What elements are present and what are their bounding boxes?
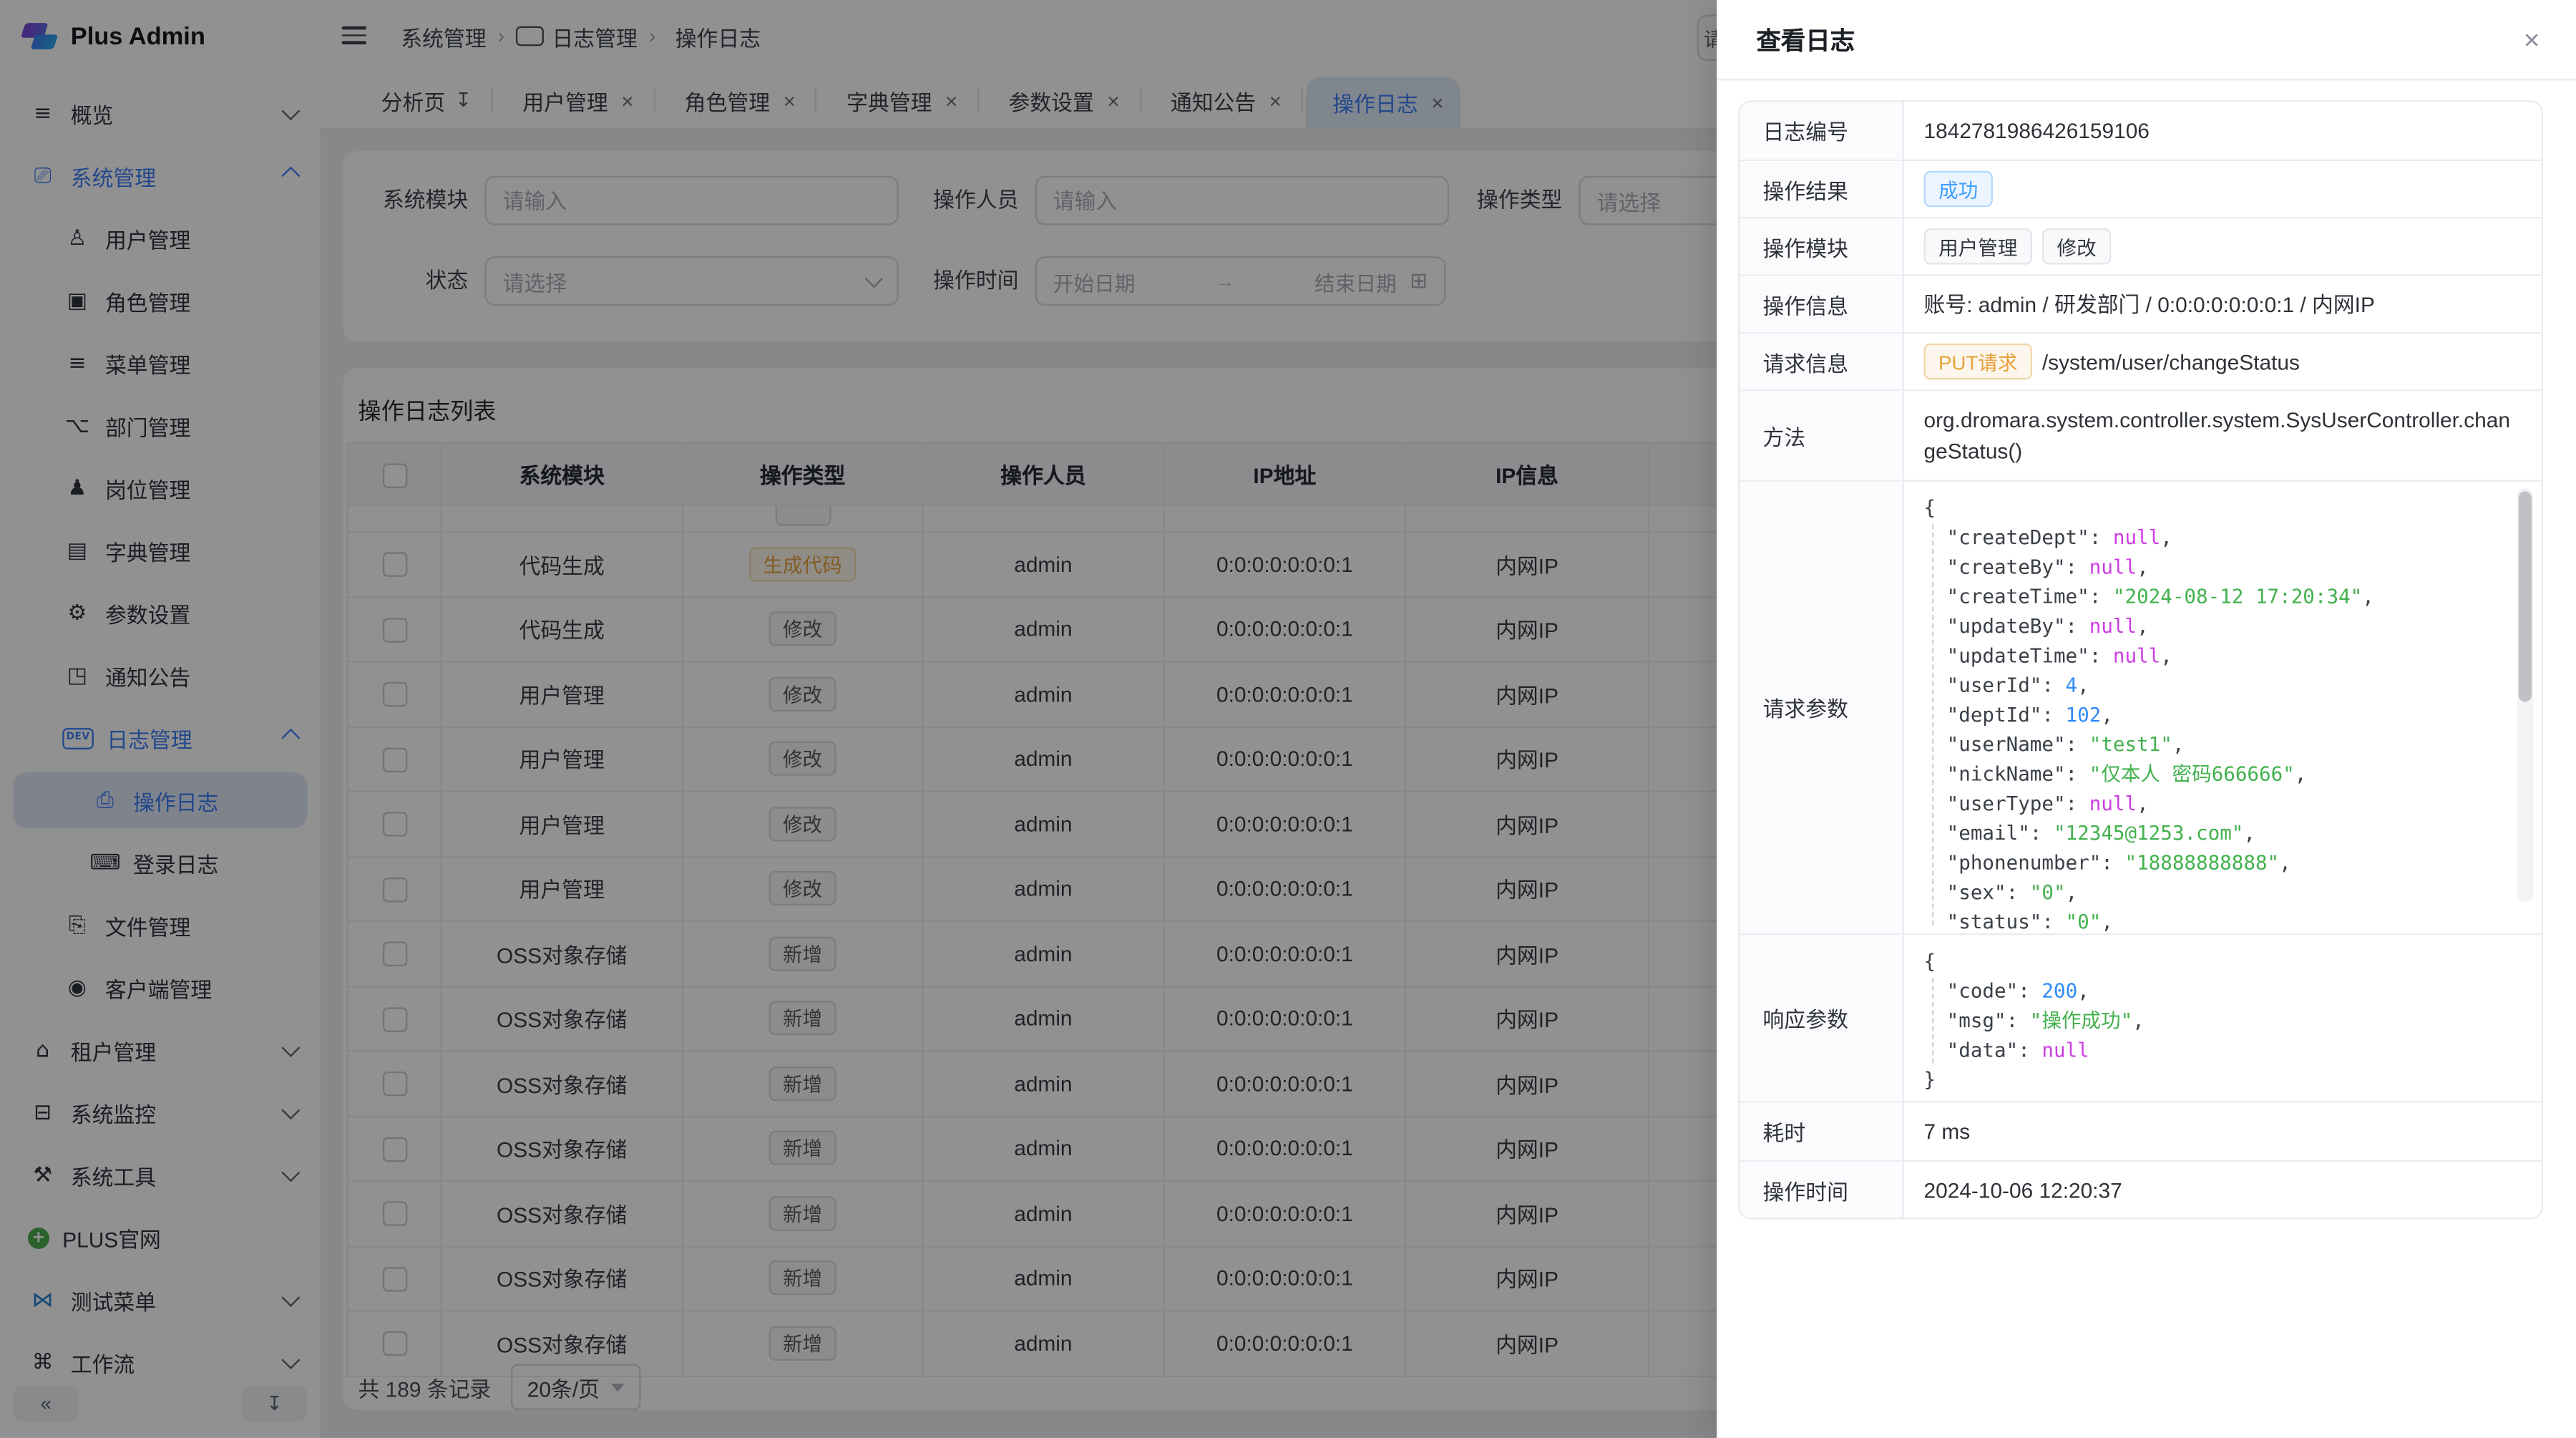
- method-value: org.dromara.system.controller.system.Sys…: [1904, 394, 2542, 477]
- module-tags: 用户管理修改: [1904, 218, 2542, 274]
- view-log-drawer: 查看日志 × 日志编号 1842781986426159106 操作结果 成功 …: [1717, 0, 2576, 1438]
- response-params-json: {"code": 200,"msg": "操作成功","data": null}: [1904, 935, 2542, 1101]
- detail-label: 操作结果: [1740, 161, 1904, 217]
- detail-label: 方法: [1740, 391, 1904, 480]
- drawer-header: 查看日志 ×: [1717, 0, 2576, 81]
- result-badge: 成功: [1924, 171, 1993, 208]
- module-badge: 修改: [2042, 228, 2111, 265]
- detail-label: 操作时间: [1740, 1162, 1904, 1218]
- request-params-json: {"createDept": null,"createBy": null,"cr…: [1904, 482, 2542, 933]
- detail-label: 耗时: [1740, 1103, 1904, 1160]
- close-icon[interactable]: ×: [2524, 26, 2540, 54]
- detail-row-response-params: 响应参数 {"code": 200,"msg": "操作成功","data": …: [1740, 935, 2541, 1102]
- app-root: Plus Admin 概览 系统管理 用户管理: [0, 0, 2576, 1438]
- indent-guide: [1932, 978, 1933, 1063]
- scrollbar-track[interactable]: [2517, 488, 2533, 903]
- request-url: /system/user/changeStatus: [2042, 349, 2300, 374]
- detail-label: 响应参数: [1740, 935, 1904, 1101]
- detail-row-module: 操作模块 用户管理修改: [1740, 218, 2541, 276]
- detail-label: 操作信息: [1740, 276, 1904, 332]
- detail-label: 日志编号: [1740, 102, 1904, 159]
- log-id-value: 1842781986426159106: [1904, 109, 2542, 153]
- drawer-title: 查看日志: [1756, 22, 2523, 57]
- detail-row-request-info: 请求信息 PUT请求 /system/user/changeStatus: [1740, 334, 2541, 391]
- detail-label: 请求信息: [1740, 334, 1904, 389]
- detail-row-request-params: 请求参数 {"createDept": null,"createBy": nul…: [1740, 482, 2541, 936]
- detail-row-op-info: 操作信息 账号: admin / 研发部门 / 0:0:0:0:0:0:0:1 …: [1740, 276, 2541, 334]
- request-method-badge: PUT请求: [1924, 344, 2033, 380]
- log-detail-table: 日志编号 1842781986426159106 操作结果 成功 操作模块 用户…: [1738, 100, 2543, 1220]
- detail-row-cost: 耗时 7 ms: [1740, 1103, 2541, 1162]
- indent-guide: [1932, 524, 1933, 925]
- detail-row-method: 方法 org.dromara.system.controller.system.…: [1740, 391, 2541, 481]
- detail-row-result: 操作结果 成功: [1740, 161, 2541, 218]
- op-info-value: 账号: admin / 研发部门 / 0:0:0:0:0:0:0:1 / 内网I…: [1904, 278, 2542, 329]
- detail-label: 操作模块: [1740, 218, 1904, 274]
- scrollbar-thumb[interactable]: [2519, 491, 2532, 701]
- cost-value: 7 ms: [1904, 1109, 2542, 1154]
- detail-row-log-id: 日志编号 1842781986426159106: [1740, 102, 2541, 161]
- detail-label: 请求参数: [1740, 482, 1904, 933]
- detail-row-op-time: 操作时间 2024-10-06 12:20:37: [1740, 1162, 2541, 1218]
- module-badge: 用户管理: [1924, 228, 2033, 265]
- op-time-value: 2024-10-06 12:20:37: [1904, 1167, 2542, 1212]
